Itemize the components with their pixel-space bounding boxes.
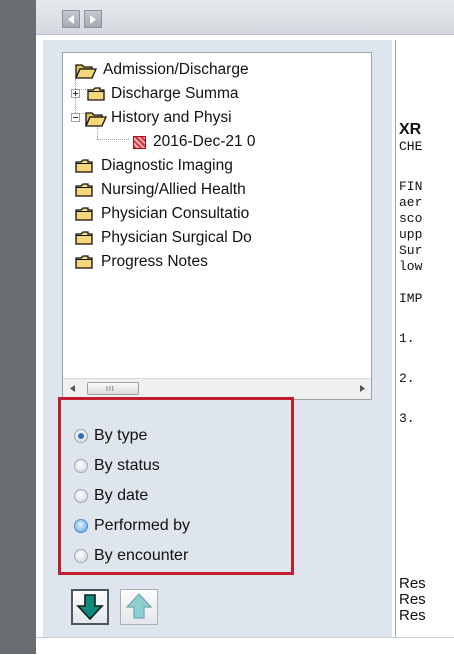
folder-open-icon xyxy=(75,64,97,79)
tree-item-label: Admission/Discharge xyxy=(103,61,249,78)
folder-icon xyxy=(87,87,105,101)
report-line: sco xyxy=(399,211,423,226)
tree-item-physician-surgical[interactable]: Physician Surgical Do xyxy=(63,226,371,250)
report-line: Res xyxy=(399,591,426,608)
tree-item-discharge-summary[interactable]: Discharge Summa xyxy=(63,82,371,106)
report-preview-pane[interactable]: XR CHE FIN aer sco upp Sur low IMP 1. 2.… xyxy=(395,40,454,637)
tree-item-label: Progress Notes xyxy=(101,253,208,270)
scrollbar-grip: III xyxy=(106,386,115,393)
folder-icon xyxy=(75,159,93,173)
scrollbar-thumb[interactable]: III xyxy=(87,382,139,395)
left-rail xyxy=(0,0,36,654)
expand-plus-icon[interactable] xyxy=(71,89,80,98)
tree-item-admission-discharge[interactable]: Admission/Discharge xyxy=(63,58,371,82)
arrow-up-icon xyxy=(125,593,153,619)
tree-item-nursing-allied-health[interactable]: Nursing/Allied Health xyxy=(63,178,371,202)
bottom-status-strip xyxy=(36,637,454,655)
radio-label: By status xyxy=(94,457,160,474)
radio-label: By date xyxy=(94,487,149,504)
report-line: IMP xyxy=(399,291,423,306)
scroll-left-button[interactable] xyxy=(63,379,81,398)
tree-item-label: 2016-Dec-21 0 xyxy=(153,133,256,150)
move-down-button[interactable] xyxy=(71,589,109,625)
forward-button[interactable] xyxy=(84,10,102,28)
tree-item-label: History and Physi xyxy=(111,109,232,126)
tree-item-label: Diagnostic Imaging xyxy=(101,157,233,174)
report-line: low xyxy=(399,259,423,274)
tree-item-label: Discharge Summa xyxy=(111,85,239,102)
tree-item-label: Physician Surgical Do xyxy=(101,229,252,246)
tree-item-label: Nursing/Allied Health xyxy=(101,181,246,198)
radio-label: By encounter xyxy=(94,547,189,564)
report-line: Res xyxy=(399,575,426,592)
folder-icon xyxy=(75,183,93,197)
radio-icon[interactable] xyxy=(74,489,88,503)
tree-item-progress-notes[interactable]: Progress Notes xyxy=(63,250,371,274)
report-line: Sur xyxy=(399,243,423,258)
folder-icon xyxy=(75,207,93,221)
folder-icon xyxy=(75,231,93,245)
horizontal-scrollbar[interactable]: III xyxy=(63,378,371,399)
report-line: 1. xyxy=(399,331,415,346)
radio-icon[interactable] xyxy=(74,459,88,473)
scroll-right-button[interactable] xyxy=(353,379,371,398)
radio-label: Performed by xyxy=(94,517,191,534)
report-line: 3. xyxy=(399,411,415,426)
report-line: 2. xyxy=(399,371,415,386)
radio-hover-icon[interactable] xyxy=(74,519,88,533)
radio-selected-icon[interactable] xyxy=(74,429,88,443)
report-heading: XR xyxy=(399,121,422,138)
tree-item-label: Physician Consultatio xyxy=(101,205,250,222)
report-line: Res xyxy=(399,607,426,624)
tree-item-document[interactable]: 2016-Dec-21 0 xyxy=(63,130,371,154)
chevron-right-icon xyxy=(90,15,96,24)
folder-icon xyxy=(75,255,93,269)
back-button[interactable] xyxy=(62,10,80,28)
radio-label: By type xyxy=(94,427,148,444)
tree-item-physician-consultation[interactable]: Physician Consultatio xyxy=(63,202,371,226)
document-tree[interactable]: Admission/Discharge Discharge Summa Hist… xyxy=(62,52,372,400)
report-line: upp xyxy=(399,227,423,242)
scroll-left-arrow-icon xyxy=(69,385,75,392)
report-line: CHE xyxy=(399,139,423,154)
chevron-left-icon xyxy=(68,15,74,24)
tree-item-history-physical[interactable]: History and Physi xyxy=(63,106,371,130)
report-line: aer xyxy=(399,195,423,210)
document-icon xyxy=(133,136,146,149)
tree-item-diagnostic-imaging[interactable]: Diagnostic Imaging xyxy=(63,154,371,178)
report-line: FIN xyxy=(399,179,423,194)
arrow-down-icon xyxy=(76,594,104,620)
scroll-right-arrow-icon xyxy=(359,385,365,392)
collapse-minus-icon[interactable] xyxy=(71,113,80,122)
radio-icon[interactable] xyxy=(74,549,88,563)
move-up-button[interactable] xyxy=(120,589,158,625)
folder-open-icon xyxy=(85,112,107,127)
